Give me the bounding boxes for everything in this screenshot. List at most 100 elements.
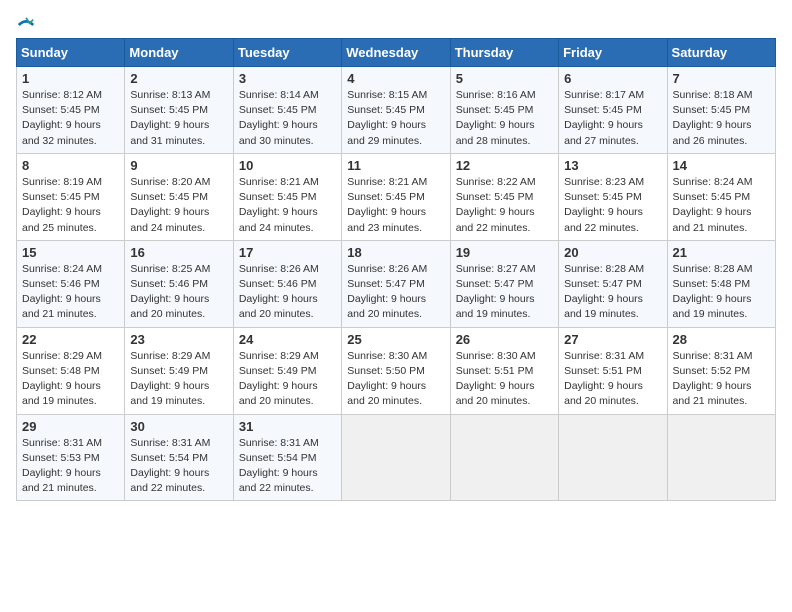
day-info: Sunrise: 8:30 AMSunset: 5:50 PMDaylight:…	[347, 349, 444, 410]
day-number: 27	[564, 332, 661, 347]
day-info: Sunrise: 8:31 AMSunset: 5:53 PMDaylight:…	[22, 436, 119, 497]
day-info: Sunrise: 8:20 AMSunset: 5:45 PMDaylight:…	[130, 175, 227, 236]
calendar-cell: 29 Sunrise: 8:31 AMSunset: 5:53 PMDayligh…	[17, 414, 125, 501]
calendar-cell: 26Sunrise: 8:30 AMSunset: 5:51 PMDayligh…	[450, 327, 558, 414]
calendar-cell	[667, 414, 775, 501]
day-info: Sunrise: 8:13 AMSunset: 5:45 PMDaylight:…	[130, 88, 227, 149]
calendar-cell: 25 Sunrise: 8:30 AMSunset: 5:50 PMDayligh…	[342, 327, 450, 414]
day-info: Sunrise: 8:19 AMSunset: 5:45 PMDaylight:…	[22, 175, 119, 236]
day-number: 6	[564, 71, 661, 86]
day-number: 1	[22, 71, 119, 86]
day-number: 13	[564, 158, 661, 173]
calendar-cell: 24 Sunrise: 8:29 AMSunset: 5:49 PMDayligh…	[233, 327, 341, 414]
day-info: Sunrise: 8:26 AMSunset: 5:46 PMDaylight:…	[239, 262, 336, 323]
logo	[16, 16, 35, 34]
calendar-cell: 2 Sunrise: 8:13 AMSunset: 5:45 PMDaylight…	[125, 67, 233, 154]
calendar-cell: 28Sunrise: 8:31 AMSunset: 5:52 PMDayligh…	[667, 327, 775, 414]
day-number: 29	[22, 419, 119, 434]
day-info: Sunrise: 8:18 AMSunset: 5:45 PMDaylight:…	[673, 88, 770, 149]
day-info: Sunrise: 8:21 AMSunset: 5:45 PMDaylight:…	[239, 175, 336, 236]
day-number: 12	[456, 158, 553, 173]
calendar-cell: 9 Sunrise: 8:20 AMSunset: 5:45 PMDaylight…	[125, 153, 233, 240]
day-number: 10	[239, 158, 336, 173]
calendar-cell: 1 Sunrise: 8:12 AMSunset: 5:45 PMDaylight…	[17, 67, 125, 154]
day-number: 20	[564, 245, 661, 260]
day-info: Sunrise: 8:26 AMSunset: 5:47 PMDaylight:…	[347, 262, 444, 323]
weekday-header-thursday: Thursday	[450, 39, 558, 67]
calendar-cell: 31 Sunrise: 8:31 AMSunset: 5:54 PMDayligh…	[233, 414, 341, 501]
day-info: Sunrise: 8:24 AMSunset: 5:45 PMDaylight:…	[673, 175, 770, 236]
day-number: 23	[130, 332, 227, 347]
calendar-cell: 22 Sunrise: 8:29 AMSunset: 5:48 PMDayligh…	[17, 327, 125, 414]
day-number: 8	[22, 158, 119, 173]
calendar-cell	[559, 414, 667, 501]
day-number: 2	[130, 71, 227, 86]
day-info: Sunrise: 8:30 AMSunset: 5:51 PMDaylight:…	[456, 349, 553, 410]
day-info: Sunrise: 8:31 AMSunset: 5:54 PMDaylight:…	[130, 436, 227, 497]
calendar-cell: 14 Sunrise: 8:24 AMSunset: 5:45 PMDayligh…	[667, 153, 775, 240]
calendar-week-1: 1 Sunrise: 8:12 AMSunset: 5:45 PMDaylight…	[17, 67, 776, 154]
weekday-header-row: SundayMondayTuesdayWednesdayThursdayFrid…	[17, 39, 776, 67]
page-header	[16, 16, 776, 34]
day-info: Sunrise: 8:17 AMSunset: 5:45 PMDaylight:…	[564, 88, 661, 149]
calendar-cell: 21 Sunrise: 8:28 AMSunset: 5:48 PMDayligh…	[667, 240, 775, 327]
day-number: 22	[22, 332, 119, 347]
calendar-cell: 13 Sunrise: 8:23 AMSunset: 5:45 PMDayligh…	[559, 153, 667, 240]
day-info: Sunrise: 8:22 AMSunset: 5:45 PMDaylight:…	[456, 175, 553, 236]
day-number: 21	[673, 245, 770, 260]
day-info: Sunrise: 8:23 AMSunset: 5:45 PMDaylight:…	[564, 175, 661, 236]
weekday-header-sunday: Sunday	[17, 39, 125, 67]
day-info: Sunrise: 8:29 AMSunset: 5:49 PMDaylight:…	[239, 349, 336, 410]
day-number: 24	[239, 332, 336, 347]
day-number: 30	[130, 419, 227, 434]
calendar-cell: 5 Sunrise: 8:16 AMSunset: 5:45 PMDaylight…	[450, 67, 558, 154]
day-info: Sunrise: 8:24 AMSunset: 5:46 PMDaylight:…	[22, 262, 119, 323]
day-number: 14	[673, 158, 770, 173]
calendar-cell: 6 Sunrise: 8:17 AMSunset: 5:45 PMDaylight…	[559, 67, 667, 154]
weekday-header-wednesday: Wednesday	[342, 39, 450, 67]
day-number: 5	[456, 71, 553, 86]
calendar-cell: 10 Sunrise: 8:21 AMSunset: 5:45 PMDayligh…	[233, 153, 341, 240]
logo-icon	[17, 16, 35, 34]
calendar-week-3: 15Sunrise: 8:24 AMSunset: 5:46 PMDayligh…	[17, 240, 776, 327]
calendar-cell: 7Sunrise: 8:18 AMSunset: 5:45 PMDaylight…	[667, 67, 775, 154]
day-number: 9	[130, 158, 227, 173]
calendar-cell: 27 Sunrise: 8:31 AMSunset: 5:51 PMDayligh…	[559, 327, 667, 414]
day-info: Sunrise: 8:31 AMSunset: 5:51 PMDaylight:…	[564, 349, 661, 410]
calendar-cell	[342, 414, 450, 501]
day-number: 16	[130, 245, 227, 260]
calendar-cell: 3 Sunrise: 8:14 AMSunset: 5:45 PMDaylight…	[233, 67, 341, 154]
calendar-cell: 8 Sunrise: 8:19 AMSunset: 5:45 PMDaylight…	[17, 153, 125, 240]
calendar-cell: 23 Sunrise: 8:29 AMSunset: 5:49 PMDayligh…	[125, 327, 233, 414]
calendar-cell: 16 Sunrise: 8:25 AMSunset: 5:46 PMDayligh…	[125, 240, 233, 327]
calendar-cell: 30 Sunrise: 8:31 AMSunset: 5:54 PMDayligh…	[125, 414, 233, 501]
day-info: Sunrise: 8:28 AMSunset: 5:48 PMDaylight:…	[673, 262, 770, 323]
calendar-week-2: 8 Sunrise: 8:19 AMSunset: 5:45 PMDaylight…	[17, 153, 776, 240]
calendar-week-4: 22 Sunrise: 8:29 AMSunset: 5:48 PMDayligh…	[17, 327, 776, 414]
weekday-header-saturday: Saturday	[667, 39, 775, 67]
day-number: 19	[456, 245, 553, 260]
day-info: Sunrise: 8:29 AMSunset: 5:48 PMDaylight:…	[22, 349, 119, 410]
calendar-cell	[450, 414, 558, 501]
day-info: Sunrise: 8:31 AMSunset: 5:54 PMDaylight:…	[239, 436, 336, 497]
day-number: 25	[347, 332, 444, 347]
day-number: 11	[347, 158, 444, 173]
calendar-cell: 20Sunrise: 8:28 AMSunset: 5:47 PMDayligh…	[559, 240, 667, 327]
day-info: Sunrise: 8:12 AMSunset: 5:45 PMDaylight:…	[22, 88, 119, 149]
weekday-header-tuesday: Tuesday	[233, 39, 341, 67]
day-info: Sunrise: 8:16 AMSunset: 5:45 PMDaylight:…	[456, 88, 553, 149]
day-info: Sunrise: 8:14 AMSunset: 5:45 PMDaylight:…	[239, 88, 336, 149]
day-number: 4	[347, 71, 444, 86]
weekday-header-friday: Friday	[559, 39, 667, 67]
day-info: Sunrise: 8:29 AMSunset: 5:49 PMDaylight:…	[130, 349, 227, 410]
day-info: Sunrise: 8:15 AMSunset: 5:45 PMDaylight:…	[347, 88, 444, 149]
day-number: 18	[347, 245, 444, 260]
day-info: Sunrise: 8:27 AMSunset: 5:47 PMDaylight:…	[456, 262, 553, 323]
day-number: 3	[239, 71, 336, 86]
calendar-cell: 12 Sunrise: 8:22 AMSunset: 5:45 PMDayligh…	[450, 153, 558, 240]
calendar-cell: 11 Sunrise: 8:21 AMSunset: 5:45 PMDayligh…	[342, 153, 450, 240]
day-number: 31	[239, 419, 336, 434]
day-info: Sunrise: 8:21 AMSunset: 5:45 PMDaylight:…	[347, 175, 444, 236]
day-info: Sunrise: 8:25 AMSunset: 5:46 PMDaylight:…	[130, 262, 227, 323]
calendar-cell: 19 Sunrise: 8:27 AMSunset: 5:47 PMDayligh…	[450, 240, 558, 327]
